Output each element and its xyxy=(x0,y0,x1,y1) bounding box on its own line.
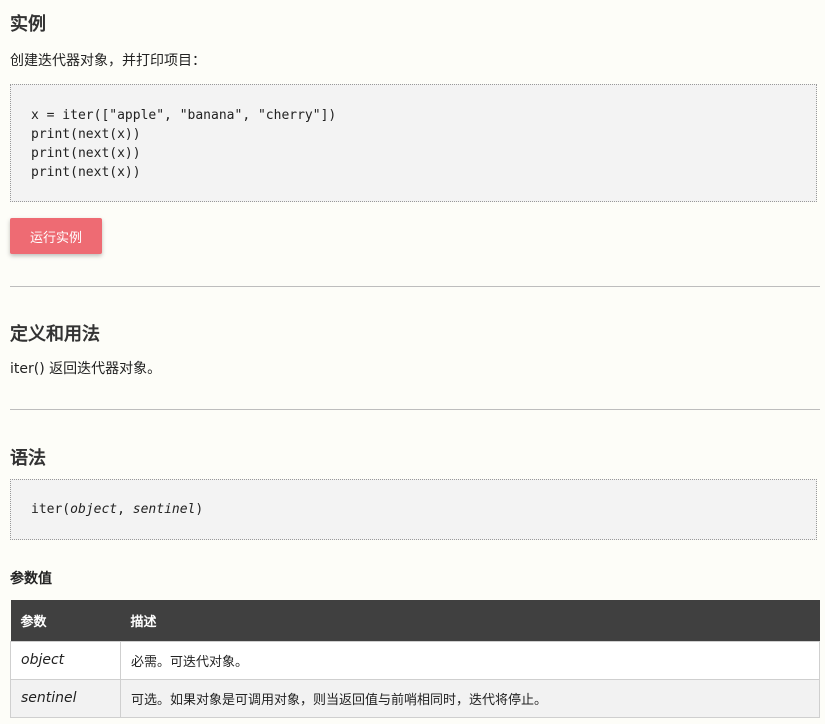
code-line: print(next(x)) xyxy=(31,127,141,142)
code-line: print(next(x)) xyxy=(31,146,141,161)
divider xyxy=(10,409,820,410)
col-param-header: 参数 xyxy=(10,600,121,641)
param-desc: 可选。如果对象是可调用对象，则当返回值与前哨相同时，迭代将停止。 xyxy=(120,678,820,718)
table-header-row: 参数 描述 xyxy=(10,600,820,641)
example-heading: 实例 xyxy=(10,14,46,35)
run-example-button[interactable]: 运行实例 xyxy=(10,218,102,254)
syntax-close: ) xyxy=(195,502,204,517)
params-heading: 参数值 xyxy=(10,571,52,587)
syntax-arg-object: object xyxy=(70,502,118,517)
syntax-heading: 语法 xyxy=(10,448,46,469)
syntax-code: iter(object, sentinel) xyxy=(31,500,203,519)
example-code-block: x = iter(["apple", "banana", "cherry"]) … xyxy=(10,84,817,202)
param-name: sentinel xyxy=(10,678,121,718)
example-intro: 创建迭代器对象，并打印项目： xyxy=(10,53,206,69)
syntax-sep: , xyxy=(117,502,133,517)
code-line: x = iter(["apple", "banana", "cherry"]) xyxy=(31,108,337,123)
definition-text: iter() 返回迭代器对象。 xyxy=(10,361,162,377)
syntax-func: iter( xyxy=(31,502,71,517)
param-name: object xyxy=(10,640,121,680)
code-line: print(next(x)) xyxy=(31,165,141,180)
param-desc: 必需。可迭代对象。 xyxy=(120,640,820,680)
syntax-arg-sentinel: sentinel xyxy=(132,502,196,517)
table-row: object 必需。可迭代对象。 xyxy=(10,640,820,680)
code-lines: x = iter(["apple", "banana", "cherry"]) … xyxy=(31,106,336,182)
col-desc-header: 描述 xyxy=(120,600,820,641)
table-row: sentinel 可选。如果对象是可调用对象，则当返回值与前哨相同时，迭代将停止… xyxy=(10,678,820,718)
divider xyxy=(10,286,820,287)
definition-heading: 定义和用法 xyxy=(10,324,100,345)
syntax-code-block: iter(object, sentinel) xyxy=(10,479,817,540)
params-table: 参数 描述 object 必需。可迭代对象。 sentinel 可选。如果对象是… xyxy=(10,600,820,718)
